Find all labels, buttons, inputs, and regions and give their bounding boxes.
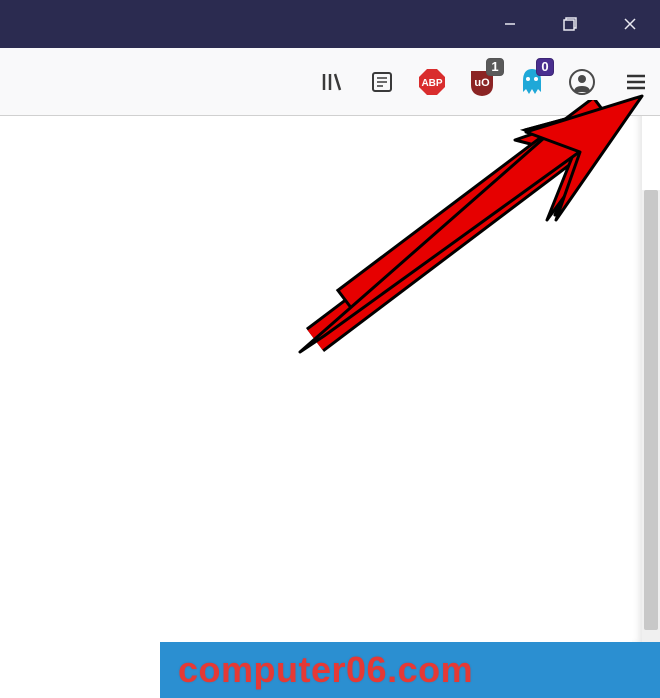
abp-icon: ABP (416, 66, 448, 98)
scrollbar-thumb[interactable] (644, 190, 658, 630)
library-icon (319, 69, 345, 95)
watermark-bar: computer06.com (160, 642, 660, 698)
account-button[interactable] (564, 64, 600, 100)
watermark-text: computer06.com (178, 649, 473, 691)
account-icon (568, 68, 596, 96)
maximize-button[interactable] (540, 0, 600, 48)
ublock-button[interactable]: uO 1 (464, 64, 500, 100)
window-titlebar (0, 0, 660, 48)
svg-text:ABP: ABP (421, 78, 442, 89)
page-content (0, 116, 660, 698)
adblock-plus-button[interactable]: ABP (414, 64, 450, 100)
menu-button[interactable] (618, 64, 654, 100)
minimize-button[interactable] (480, 0, 540, 48)
ublock-badge: 1 (486, 58, 504, 76)
svg-text:uO: uO (474, 77, 490, 89)
library-button[interactable] (314, 64, 350, 100)
minimize-icon (503, 17, 517, 31)
hamburger-icon (624, 70, 648, 94)
browser-toolbar: ABP uO 1 0 (0, 48, 660, 116)
ghostery-button[interactable]: 0 (514, 64, 550, 100)
close-button[interactable] (600, 0, 660, 48)
scrollbar-track[interactable] (642, 190, 660, 650)
reader-view-button[interactable] (364, 64, 400, 100)
restore-icon (562, 16, 578, 32)
reader-icon (370, 70, 394, 94)
ghostery-badge: 0 (536, 58, 554, 76)
close-icon (622, 16, 638, 32)
